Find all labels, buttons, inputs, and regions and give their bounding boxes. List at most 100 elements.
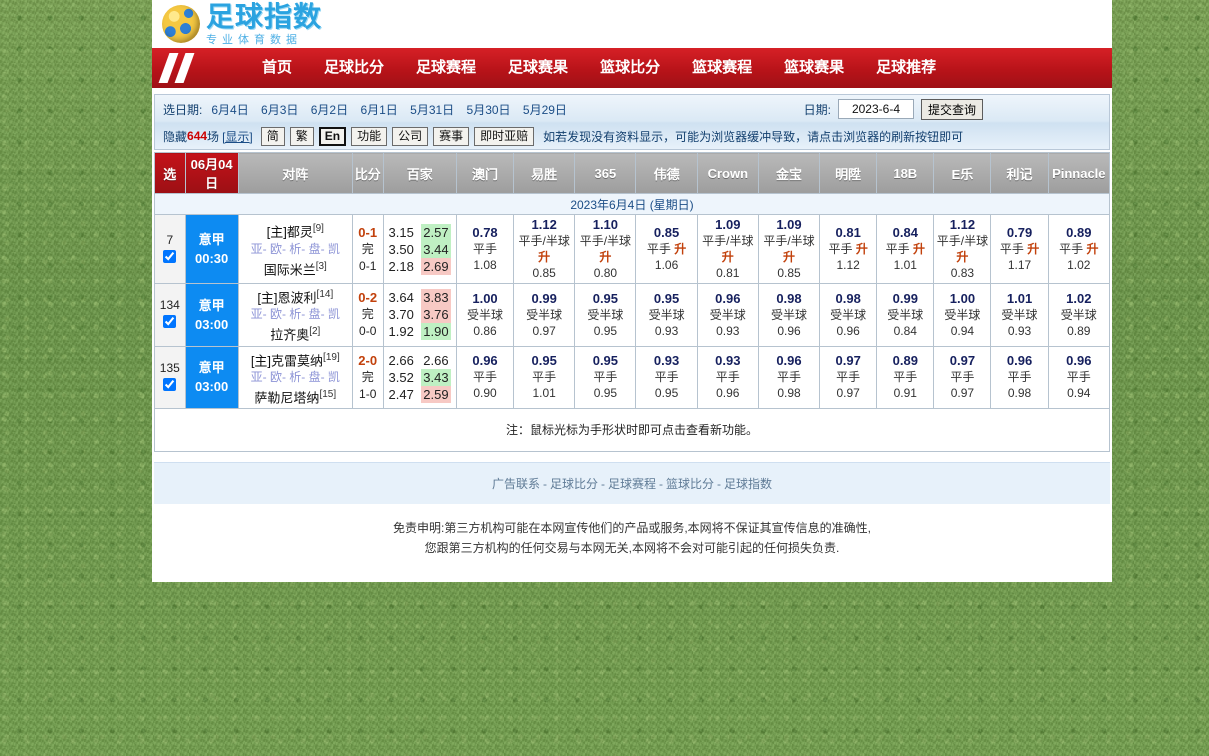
league-time-cell[interactable]: 意甲 03:00: [184, 345, 239, 410]
date-link-0601[interactable]: 6月1日: [360, 103, 397, 117]
col-jinbao[interactable]: 金宝: [757, 152, 821, 194]
bookmaker-odds-cell[interactable]: 0.96 平手 0.94: [1047, 345, 1111, 410]
bookmaker-odds-cell[interactable]: 0.96 平手 0.98: [757, 345, 821, 410]
analysis-links[interactable]: 亚- 欧- 析- 盘- 凯: [243, 241, 348, 258]
table-row[interactable]: 135 意甲 03:00 [主]克雷莫纳[19] 亚- 欧- 析- 盘- 凯萨勒尼塔纳[…: [154, 345, 1111, 410]
bookmaker-odds-cell[interactable]: 0.99 受半球 0.97: [513, 283, 576, 347]
submit-query-button[interactable]: 提交查询: [920, 98, 983, 120]
lang-simplified-button[interactable]: 简: [260, 126, 285, 146]
bookmaker-odds-cell[interactable]: 1.01 受半球 0.93: [990, 283, 1049, 347]
bookmaker-odds-cell[interactable]: 0.84 平手 升 1.01: [876, 214, 935, 284]
date-link-0529[interactable]: 5月29日: [523, 103, 567, 117]
show-hidden-link[interactable]: [显示]: [222, 128, 253, 145]
bookmaker-odds-cell[interactable]: 0.89 平手 升 1.02: [1047, 214, 1111, 284]
date-link-0603[interactable]: 6月3日: [261, 103, 298, 117]
bookmaker-odds-cell[interactable]: 0.98 受半球 0.96: [819, 283, 878, 347]
col-bet365-eur[interactable]: 百家: [382, 152, 457, 194]
bookmaker-odds-cell[interactable]: 1.00 受半球 0.94: [933, 283, 992, 347]
row-select-cell[interactable]: 134: [154, 283, 186, 347]
nav-item-basketball-score[interactable]: 篮球比分: [584, 48, 676, 88]
footer-link-ads[interactable]: 广告联系: [492, 477, 540, 491]
nav-item-football-tips[interactable]: 足球推荐: [860, 48, 952, 88]
footer-link-football-schedule[interactable]: 足球赛程: [608, 477, 656, 491]
bookmaker-odds-cell[interactable]: 0.96 平手 0.98: [990, 345, 1049, 410]
analysis-links[interactable]: 亚- 欧- 析- 盘- 凯: [243, 369, 348, 386]
bookmaker-odds-cell[interactable]: 1.09 平手/半球 升 0.85: [757, 214, 821, 284]
bookmaker-odds-cell[interactable]: 0.95 平手 0.95: [574, 345, 637, 410]
bookmaker-odds-cell[interactable]: 0.89 平手 0.91: [876, 345, 935, 410]
bookmaker-odds-cell[interactable]: 0.79 平手 升 1.17: [990, 214, 1049, 284]
col-mansion[interactable]: 明陞: [819, 152, 878, 194]
analysis-links[interactable]: 亚- 欧- 析- 盘- 凯: [243, 306, 348, 323]
bookmaker-odds-cell[interactable]: 0.96 受半球 0.93: [696, 283, 759, 347]
bookmaker-odds-cell[interactable]: 0.98 受半球 0.96: [757, 283, 821, 347]
lang-english-button[interactable]: En: [318, 126, 347, 146]
companies-button[interactable]: 公司: [392, 126, 429, 146]
bookmaker-odds-cell[interactable]: 0.99 受半球 0.84: [876, 283, 935, 347]
european-odds-cell[interactable]: 3.15 2.57 3.50 3.44 2.18 2.69: [382, 214, 457, 284]
bookmaker-odds-cell[interactable]: 0.95 平手 1.01: [513, 345, 576, 410]
row-checkbox[interactable]: [163, 315, 177, 329]
bookmaker-odds-cell[interactable]: 0.96 平手 0.90: [455, 345, 515, 410]
date-link-0530[interactable]: 5月30日: [467, 103, 511, 117]
away-team[interactable]: 萨勒尼塔纳[15]: [243, 386, 348, 406]
table-row[interactable]: 7 意甲 00:30 [主]都灵[9] 亚- 欧- 析- 盘- 凯国际米兰[3] 0-1 完…: [154, 214, 1111, 284]
col-elok[interactable]: E乐: [933, 152, 992, 194]
col-william[interactable]: 伟德: [635, 152, 698, 194]
row-select-cell[interactable]: 7: [154, 214, 186, 284]
bookmaker-odds-cell[interactable]: 0.97 平手 0.97: [819, 345, 878, 410]
footer-link-football-score[interactable]: 足球比分: [550, 477, 598, 491]
league-time-cell[interactable]: 意甲 03:00: [184, 283, 239, 347]
lang-traditional-button[interactable]: 繁: [289, 126, 314, 146]
bookmaker-odds-cell[interactable]: 1.10 平手/半球 升 0.80: [574, 214, 637, 284]
away-team[interactable]: 拉齐奥[2]: [243, 323, 348, 343]
bookmaker-odds-cell[interactable]: 1.12 平手/半球 升 0.83: [933, 214, 992, 284]
row-select-cell[interactable]: 135: [154, 345, 186, 410]
events-button[interactable]: 赛事: [433, 126, 470, 146]
away-team[interactable]: 国际米兰[3]: [243, 258, 348, 278]
col-18bet[interactable]: 18B: [876, 152, 935, 194]
home-team[interactable]: [主]克雷莫纳[19]: [243, 349, 348, 369]
footer-link-basketball-score[interactable]: 篮球比分: [666, 477, 714, 491]
col-365[interactable]: 365: [574, 152, 637, 194]
bookmaker-odds-cell[interactable]: 0.85 平手 升 1.06: [635, 214, 698, 284]
bookmaker-odds-cell[interactable]: 1.12 平手/半球 升 0.85: [513, 214, 576, 284]
nav-item-home[interactable]: 首页: [246, 48, 308, 88]
date-input[interactable]: [837, 99, 914, 119]
date-link-0531[interactable]: 5月31日: [410, 103, 454, 117]
footer-link-football-index[interactable]: 足球指数: [724, 477, 772, 491]
col-crown[interactable]: Crown: [696, 152, 759, 194]
col-pinnacle[interactable]: Pinnacle: [1047, 152, 1111, 194]
nav-item-football-results[interactable]: 足球赛果: [492, 48, 584, 88]
col-match[interactable]: 对阵: [237, 152, 353, 194]
date-link-0604[interactable]: 6月4日: [211, 103, 248, 117]
bookmaker-odds-cell[interactable]: 1.00 受半球 0.86: [455, 283, 515, 347]
col-select[interactable]: 选: [154, 152, 186, 194]
european-odds-cell[interactable]: 3.64 3.83 3.70 3.76 1.92 1.90: [382, 283, 457, 347]
bookmaker-odds-cell[interactable]: 0.95 受半球 0.95: [574, 283, 637, 347]
bookmaker-odds-cell[interactable]: 1.09 平手/半球 升 0.81: [696, 214, 759, 284]
bookmaker-odds-cell[interactable]: 0.97 平手 0.97: [933, 345, 992, 410]
site-logo[interactable]: 足球指数 专业体育数据: [162, 0, 322, 48]
row-checkbox[interactable]: [163, 249, 177, 263]
col-score[interactable]: 比分: [351, 152, 384, 194]
row-checkbox[interactable]: [163, 377, 177, 391]
bookmaker-odds-cell[interactable]: 0.81 平手 升 1.12: [819, 214, 878, 284]
nav-item-football-score[interactable]: 足球比分: [308, 48, 400, 88]
col-macau[interactable]: 澳门: [455, 152, 515, 194]
bookmaker-odds-cell[interactable]: 1.02 受半球 0.89: [1047, 283, 1111, 347]
nav-item-football-schedule[interactable]: 足球赛程: [400, 48, 492, 88]
col-easybet[interactable]: 易胜: [513, 152, 576, 194]
bookmaker-odds-cell[interactable]: 0.93 平手 0.96: [696, 345, 759, 410]
bookmaker-odds-cell[interactable]: 0.95 受半球 0.93: [635, 283, 698, 347]
league-time-cell[interactable]: 意甲 00:30: [184, 214, 239, 284]
bookmaker-odds-cell[interactable]: 0.78 平手 1.08: [455, 214, 515, 284]
nav-item-basketball-results[interactable]: 篮球赛果: [768, 48, 860, 88]
date-link-0602[interactable]: 6月2日: [311, 103, 348, 117]
table-row[interactable]: 134 意甲 03:00 [主]恩波利[14] 亚- 欧- 析- 盘- 凯拉齐奥[2] 0…: [154, 283, 1111, 347]
col-liji[interactable]: 利记: [990, 152, 1049, 194]
col-date[interactable]: 06月04日: [184, 152, 239, 194]
nav-item-basketball-schedule[interactable]: 篮球赛程: [676, 48, 768, 88]
european-odds-cell[interactable]: 2.66 2.66 3.52 3.43 2.47 2.59: [382, 345, 457, 410]
live-asian-odds-button[interactable]: 即时亚赔: [474, 126, 535, 146]
